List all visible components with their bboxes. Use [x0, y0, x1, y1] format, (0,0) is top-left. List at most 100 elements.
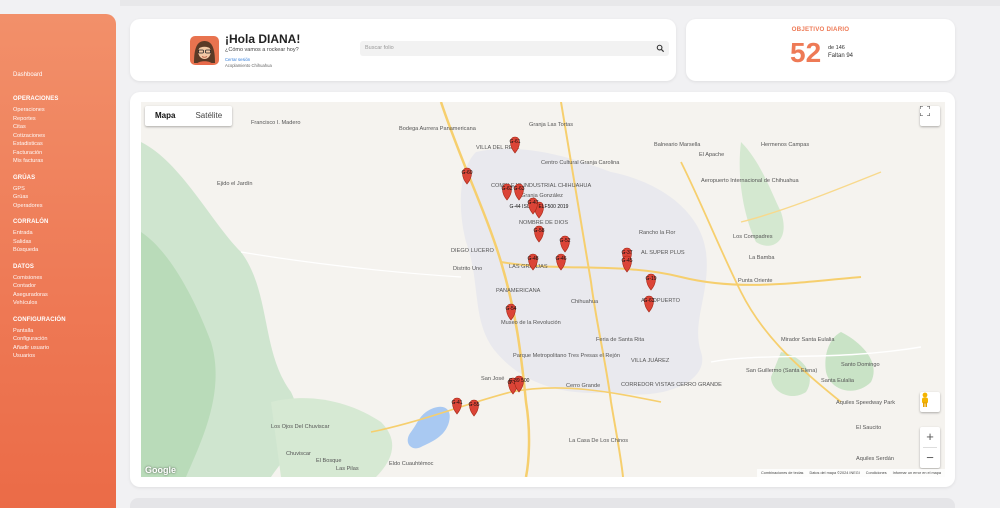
- zoom-out-button[interactable]: −: [920, 448, 940, 468]
- objective-title: OBJETIVO DIARIO: [791, 26, 850, 33]
- sidebar-item[interactable]: Contador: [13, 282, 66, 291]
- map-label: Balneario Marsella: [654, 142, 701, 148]
- map-label: Chuviscar: [286, 451, 311, 457]
- road: [240, 251, 462, 278]
- map-label: Santa Eulalia: [821, 378, 855, 384]
- sidebar-item[interactable]: Facturación: [13, 149, 66, 158]
- map-label: Parque Metropolitano Tres Presas el Rejó…: [513, 353, 620, 359]
- map-label: Aquiles Serdán: [856, 456, 894, 462]
- avatar: [190, 36, 219, 65]
- sidebar-item-dashboard[interactable]: Dashboard: [13, 72, 42, 78]
- map-label: La Casa De Los Chinos: [569, 438, 628, 444]
- attribution-link[interactable]: Datos del mapa ©2024 INEGI: [809, 469, 859, 477]
- map-label: Centro Cultural Granja Carolina: [541, 160, 620, 166]
- map-label: Distrito Uno: [453, 266, 482, 272]
- tab-satellite[interactable]: Satélite: [185, 106, 232, 126]
- fullscreen-button[interactable]: [920, 106, 940, 126]
- sidebar-item[interactable]: Búsqueda: [13, 246, 66, 255]
- pegman-icon: [922, 392, 928, 407]
- map-label: LAS GRANJAS: [509, 264, 548, 270]
- pin-label: G-58: [533, 228, 544, 234]
- map-label: Eldo Cuauhtémoc: [389, 461, 434, 467]
- highway: [370, 387, 662, 433]
- sidebar-section: DATOS Comisiones Contador Aseguradoras Vehíc…: [13, 264, 66, 308]
- map-label: Los Compadres: [733, 234, 773, 240]
- map-svg[interactable]: Francisco I. Madero Granja Las Tortas Bode…: [141, 102, 945, 477]
- google-logo: Google: [145, 465, 176, 475]
- pin-label: G-46: [555, 256, 566, 262]
- attribution-link[interactable]: Informar un error en el mapa: [893, 469, 941, 477]
- top-divider: [120, 0, 1000, 6]
- map-label: Granja Las Tortas: [529, 122, 573, 128]
- pin-label: G-41: [451, 400, 462, 406]
- zoom-control: + −: [920, 427, 940, 468]
- attribution-link[interactable]: Condiciones: [866, 469, 887, 477]
- pin-label: G-52: [559, 238, 570, 244]
- bottom-card-edge: [130, 498, 955, 508]
- sidebar-section: CONFIGURACIÓN Pantalla Configuración Añadir…: [13, 317, 66, 361]
- sidebar-section-title: OPERACIONES: [13, 96, 59, 102]
- map-label: Aeropuerto Internacional de Chihuahua: [701, 178, 800, 184]
- street-view-button[interactable]: [920, 392, 940, 412]
- sidebar-sections: OPERACIONES Operaciones Reportes Citas Cotiz…: [13, 96, 66, 370]
- pin-label: G-39 500: [509, 378, 530, 384]
- map-pin[interactable]: G-55: [468, 399, 480, 417]
- map-label: Aquiles Speedway Park: [836, 400, 895, 406]
- search-placeholder: Buscar folio: [365, 45, 394, 51]
- map-label: Punta Oriente: [738, 278, 773, 284]
- map-label: Francisco I. Madero: [251, 120, 300, 126]
- map-label: Las Pilas: [336, 466, 359, 472]
- sidebar-item[interactable]: Operaciones: [13, 106, 66, 115]
- map-pin[interactable]: G-41: [451, 397, 463, 415]
- map-label: Ejido el Jardín: [217, 181, 252, 187]
- map-canvas[interactable]: Francisco I. Madero Granja Las Tortas Bode…: [141, 102, 945, 477]
- sidebar-item[interactable]: Comisiones: [13, 274, 66, 283]
- greeting-title: ¡Hola DIANA!: [225, 32, 301, 46]
- pin-label: G-19: [645, 276, 656, 282]
- tab-map[interactable]: Mapa: [145, 106, 185, 126]
- sidebar-item[interactable]: Aseguradoras: [13, 291, 66, 300]
- sidebar-item[interactable]: Pantalla: [13, 327, 66, 336]
- logout-link[interactable]: Cerrar sesión: [225, 57, 250, 62]
- sidebar-item[interactable]: Entrada: [13, 229, 66, 238]
- pin-label: G-54: [505, 306, 516, 312]
- daily-objective-card: OBJETIVO DIARIO 52 de 146 Faltan 94: [686, 19, 955, 81]
- map-label: Feria de Santa Rita: [596, 337, 645, 343]
- pin-label: G-37: [621, 250, 632, 256]
- sidebar-item[interactable]: Estadisticas: [13, 140, 66, 149]
- sidebar-item[interactable]: Salidas: [13, 238, 66, 247]
- sidebar-item[interactable]: Cotizaciones: [13, 132, 66, 141]
- objective-total: de 146: [828, 45, 845, 51]
- pin-label: G-63: [643, 298, 654, 304]
- sidebar-section: CORRALÓN Entrada Salidas Búsqueda: [13, 219, 66, 255]
- sidebar-item[interactable]: Mis facturas: [13, 157, 66, 166]
- sidebar: Dashboard OPERACIONES Operaciones Reportes…: [0, 14, 116, 508]
- map-label: PANAMERICANA: [496, 288, 541, 294]
- objective-remaining: Faltan 94: [828, 53, 854, 59]
- map-label: El Apache: [699, 152, 724, 158]
- map-label: Los Ojos Del Chuviscar: [271, 424, 330, 430]
- map-label: Granja González: [521, 193, 563, 199]
- map-label: San José: [481, 376, 504, 382]
- company-name: Acoplamiento Chihuahua: [225, 63, 272, 68]
- greeting-card: ¡Hola DIANA! ¿Cómo vamos a rockear hoy? …: [130, 19, 676, 81]
- map-label: Mirador Santa Eulalia: [781, 337, 835, 343]
- sidebar-item[interactable]: Vehículos: [13, 299, 66, 308]
- sidebar-item[interactable]: GPS: [13, 185, 66, 194]
- sidebar-item[interactable]: Configuración: [13, 335, 66, 344]
- map-label: Museo de la Revolución: [501, 320, 561, 326]
- pin-label: G-45: [621, 258, 632, 264]
- sidebar-item[interactable]: Operadores: [13, 202, 66, 211]
- sidebar-item[interactable]: Grúas: [13, 193, 66, 202]
- sidebar-item[interactable]: Reportes: [13, 115, 66, 124]
- sidebar-item[interactable]: Citas: [13, 123, 66, 132]
- search-input[interactable]: Buscar folio: [360, 41, 669, 56]
- sidebar-section: OPERACIONES Operaciones Reportes Citas Cotiz…: [13, 96, 66, 166]
- search-icon[interactable]: [656, 44, 665, 53]
- pin-label: G-63: [513, 186, 524, 192]
- sidebar-item[interactable]: Usuarios: [13, 352, 66, 361]
- zoom-in-button[interactable]: +: [920, 427, 940, 447]
- attribution-link[interactable]: Combinaciones de teclas: [761, 469, 803, 477]
- pin-label: G-60: [461, 170, 472, 176]
- sidebar-item[interactable]: Añadir usuario: [13, 344, 66, 353]
